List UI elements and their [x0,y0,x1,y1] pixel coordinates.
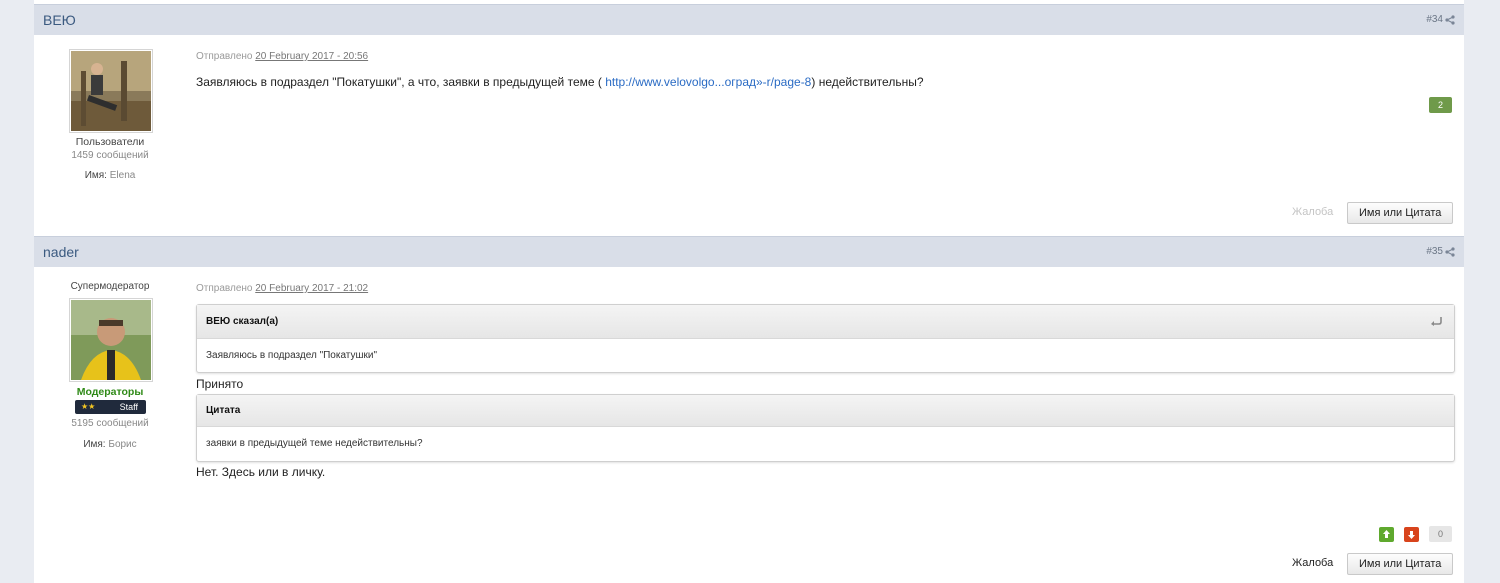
multiquote-button[interactable]: Имя или Цитата [1347,202,1454,224]
posted-date[interactable]: 20 February 2017 - 20:56 [255,51,368,62]
post-header: ВЕЮ #34 [34,4,1464,35]
posted-prefix: Отправлено [196,283,253,294]
vote-down-button[interactable] [1404,527,1419,542]
multiquote-button[interactable]: Имя или Цитата [1347,553,1454,575]
post-content: Заявляюсь в подраздел "Покатушки", а что… [196,75,924,89]
quote-author: ВЕЮ сказал(а) [206,316,279,327]
post-34: ВЕЮ #34 Пользователи 1459 сообщений Имя:… [34,4,1464,235]
post-number-link[interactable]: #35 [1426,246,1443,257]
post-35: nader #35 Супермодератор Модераторы ★★ S… [34,236,1464,583]
quote-citation: ВЕЮ сказал(а) [197,305,1454,339]
return-arrow-icon[interactable] [1430,316,1442,326]
member-group: Модераторы [76,386,144,398]
avatar[interactable] [69,49,153,133]
arrow-down-icon [1408,531,1415,539]
real-name: Имя: Elena [34,170,186,181]
post-count: 1459 сообщений [71,150,149,161]
quote-block: Цитата заявки в предыдущей теме недейств… [196,394,1455,462]
author-link[interactable]: ВЕЮ [43,12,76,28]
reputation-badge: 0 [1429,526,1452,542]
member-title: Супермодератор [70,281,150,292]
post-date: Отправлено 20 February 2017 - 21:02 [196,283,368,294]
arrow-up-icon [1383,530,1390,538]
report-link[interactable]: Жалоба [1292,206,1333,218]
post-number-link[interactable]: #34 [1426,14,1443,25]
posted-date[interactable]: 20 February 2017 - 21:02 [255,283,368,294]
real-name: Имя: Борис [34,439,186,450]
reputation-badge: 2 [1429,97,1452,113]
avatar[interactable] [69,298,153,382]
post-header: nader #35 [34,236,1464,267]
real-name-label: Имя: [84,170,107,181]
post-text-before: Заявляюсь в подраздел "Покатушки", а что… [196,75,606,89]
report-link[interactable]: Жалоба [1292,557,1333,569]
real-name-value: Борис [108,439,137,450]
post-link[interactable]: http://www.velovolgo...оград»-r/page-8 [605,75,811,89]
post-text-after: ) недействительны? [811,75,924,89]
post-count: 5195 сообщений [71,418,149,429]
quote-citation: Цитата [197,395,1454,427]
member-group: Пользователи [75,136,145,148]
page-background-right [1464,0,1500,583]
staff-label: Staff [119,402,138,412]
author-link[interactable]: nader [43,244,79,260]
reply-text-1: Принято [196,377,244,391]
share-icon[interactable] [1445,247,1455,257]
avatar-photo [71,51,151,131]
avatar-photo [71,300,151,380]
post-date: Отправлено 20 February 2017 - 20:56 [196,51,368,62]
topic-posts: ВЕЮ #34 Пользователи 1459 сообщений Имя:… [34,0,1464,583]
share-icon[interactable] [1445,15,1455,25]
quote-block: ВЕЮ сказал(а) Заявляюсь в подраздел "Пок… [196,304,1455,373]
star-icon: ★★ [81,402,96,411]
posted-prefix: Отправлено [196,51,253,62]
quote-text: Заявляюсь в подраздел "Покатушки" [206,350,378,361]
reply-text-2: Нет. Здесь или в личку. [196,465,326,479]
real-name-value: Elena [109,170,136,181]
quote-text: заявки в предыдущей теме недействительны… [206,438,423,449]
real-name-label: Имя: [83,439,106,450]
page-background-left [0,0,34,583]
staff-badge: ★★ Staff [75,400,146,414]
vote-up-button[interactable] [1379,527,1394,542]
